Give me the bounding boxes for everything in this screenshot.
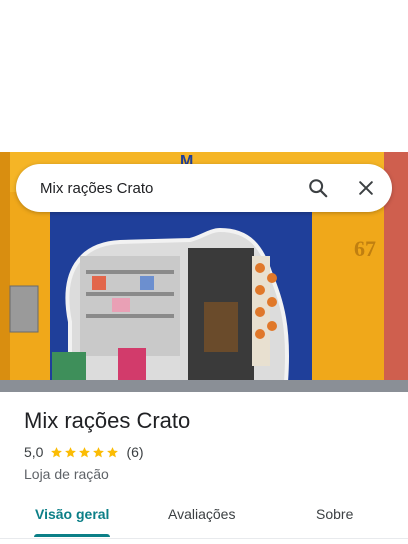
search-input[interactable]: Mix rações Crato	[40, 180, 298, 197]
rating-value: 5,0	[24, 444, 44, 460]
place-title: Mix rações Crato	[24, 408, 191, 433]
star-icon	[93, 446, 105, 457]
rating-row[interactable]: 5,0 (6)	[24, 444, 144, 460]
tab-about[interactable]: Sobre	[316, 492, 353, 536]
close-button[interactable]	[346, 168, 386, 208]
place-tabs: Visão geral Avaliações Sobre	[0, 492, 408, 539]
close-icon	[359, 181, 373, 195]
star-icon	[51, 446, 63, 457]
star-icon	[79, 446, 91, 457]
storefront-number: 67	[354, 236, 376, 261]
search-icon	[309, 179, 328, 198]
place-category[interactable]: Loja de ração	[24, 466, 109, 482]
tab-reviews[interactable]: Avaliações	[168, 492, 235, 536]
star-rating	[50, 446, 120, 459]
tab-overview[interactable]: Visão geral	[35, 492, 109, 536]
review-count: (6)	[126, 444, 144, 460]
star-icon	[107, 446, 119, 457]
search-bar[interactable]: Mix rações Crato	[16, 164, 392, 212]
star-icon	[65, 446, 77, 457]
search-button[interactable]	[298, 168, 338, 208]
active-tab-indicator	[34, 534, 110, 537]
